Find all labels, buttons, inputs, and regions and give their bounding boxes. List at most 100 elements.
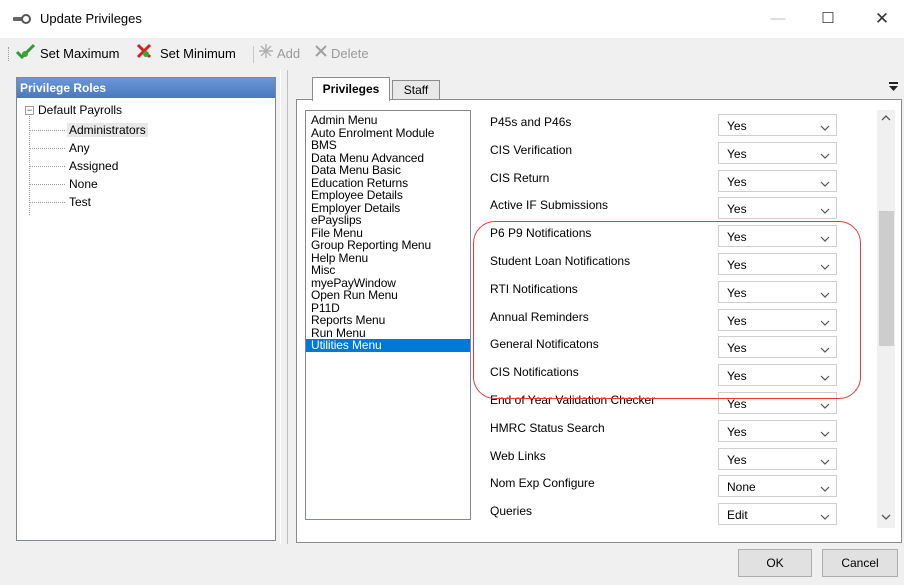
privilege-level-value: Yes [727,258,747,272]
menu-list-item[interactable]: Employee Details [306,189,470,202]
tree-item-administrators[interactable]: Administrators [30,121,148,139]
privilege-label: Annual Reminders [490,309,589,324]
menu-list-item[interactable]: Reports Menu [306,314,470,327]
window-title: Update Privileges [40,11,142,26]
tab-overflow-icon[interactable] [889,82,898,93]
menu-list-item[interactable]: ePayslips [306,214,470,227]
toolbar: Set Maximum Set Minimum Add Delete [0,38,904,70]
tab-strip: Privileges Staff [296,77,904,101]
tree-item-none[interactable]: None [30,175,100,193]
privilege-row: Student Loan Notifications Yes [474,247,877,275]
privilege-level-value: Yes [727,397,747,411]
privilege-level-dropdown[interactable]: Yes [718,419,837,442]
grid-scrollbar[interactable] [877,110,895,528]
toolbar-grip[interactable] [8,47,11,61]
privilege-row: CIS Return Yes [474,164,877,192]
privilege-label: RTI Notifications [490,281,578,296]
privilege-level-value: None [727,480,756,495]
tree-item-assigned[interactable]: Assigned [30,157,120,175]
set-minimum-button[interactable]: Set Minimum [135,43,236,65]
privilege-row: End of Year Validation Checker Yes [474,386,877,414]
chevron-down-icon [820,371,830,382]
chevron-down-icon [820,149,830,159]
privilege-label: Web Links [490,448,546,463]
scroll-down-icon[interactable] [877,510,895,528]
privilege-level-dropdown[interactable]: Yes [718,280,837,303]
chevron-down-icon [820,232,830,243]
menu-list-item[interactable]: Open Run Menu [306,289,470,302]
privilege-label: P45s and P46s [490,115,572,129]
chevron-down-icon [820,177,830,187]
privilege-label: Nom Exp Configure [490,476,595,491]
tab-privileges[interactable]: Privileges [312,77,390,101]
privilege-level-dropdown[interactable]: None [718,475,837,498]
menu-list-item[interactable]: Data Menu Basic [306,164,470,177]
chevron-down-icon [820,204,830,215]
close-button[interactable]: ✕ [862,6,902,32]
privilege-row: Queries Edit [474,497,877,526]
privilege-level-dropdown[interactable]: Yes [718,197,837,220]
chevron-down-icon [820,455,830,465]
menu-list-item[interactable]: Utilities Menu [306,339,470,352]
title-bar: Update Privileges — ☐ ✕ [0,0,904,38]
set-minimum-label: Set Minimum [160,46,236,61]
delete-button[interactable]: Delete [314,44,369,64]
minimize-button[interactable]: — [758,6,798,32]
tree-item-label: Administrators [67,123,148,137]
privilege-level-value: Yes [727,285,747,300]
privilege-level-value: Yes [727,202,747,217]
menu-list-item[interactable]: Admin Menu [306,114,470,127]
maximize-button[interactable]: ☐ [808,6,848,32]
privilege-level-dropdown[interactable]: Yes [718,169,837,192]
privilege-level-dropdown[interactable]: Yes [718,364,837,387]
delete-x-icon [314,44,328,64]
privilege-level-dropdown[interactable]: Yes [718,392,837,414]
privilege-level-dropdown[interactable]: Yes [718,336,837,359]
add-button[interactable]: Add [258,44,300,64]
privilege-level-dropdown[interactable]: Yes [718,141,837,164]
tree-root-default-payrolls[interactable]: − Default Payrolls [25,103,122,117]
privilege-level-dropdown[interactable]: Yes [718,225,837,248]
collapse-icon[interactable]: − [25,105,34,115]
menu-list-item[interactable]: BMS [306,139,470,152]
privilege-level-dropdown[interactable]: Yes [718,253,837,275]
privilege-level-value: Yes [727,230,747,245]
chevron-down-icon [820,260,830,270]
tab-staff[interactable]: Staff [392,80,440,100]
privilege-level-dropdown[interactable]: Edit [718,503,837,526]
ok-button[interactable]: OK [738,549,812,577]
privilege-row: CIS Verification Yes [474,136,877,164]
chevron-down-icon [820,427,830,437]
privilege-level-value: Edit [727,508,748,523]
privilege-label: CIS Notifications [490,365,579,380]
scroll-thumb[interactable] [879,211,894,346]
privilege-level-dropdown[interactable]: Yes [718,114,837,136]
chevron-down-icon [820,121,830,131]
set-maximum-button[interactable]: Set Maximum [15,43,119,64]
privilege-level-dropdown[interactable]: Yes [718,308,837,331]
privileges-grid: P45s and P46s Yes CIS Verification Yes CIS R… [474,108,877,530]
scroll-up-icon[interactable] [877,110,895,128]
menu-list-item[interactable]: Group Reporting Menu [306,239,470,252]
menu-list-item[interactable]: Misc [306,264,470,277]
tree-item-test[interactable]: Test [30,193,93,211]
panel-splitter[interactable] [280,70,288,544]
tree-item-label: Test [69,195,92,209]
cross-x-icon [135,43,157,65]
toolbar-separator [253,46,254,63]
privilege-level-dropdown[interactable]: Yes [718,447,837,470]
privilege-row: Web Links Yes [474,442,877,470]
privilege-roles-panel: Privilege Roles − Default Payrolls Admin… [16,77,276,541]
privilege-level-value: Yes [727,369,747,384]
privilege-row: CIS Notifications Yes [474,358,877,387]
tree-item-label: Any [69,141,90,155]
cancel-button[interactable]: Cancel [822,549,898,577]
tree-item-label: Assigned [69,159,119,173]
privilege-label: P6 P9 Notifications [490,226,592,241]
menu-list[interactable]: Admin Menu Auto Enrolment Module BMS Data M… [305,110,471,520]
privilege-row: Annual Reminders Yes [474,303,877,331]
privilege-row: RTI Notifications Yes [474,275,877,303]
tree-item-any[interactable]: Any [30,139,92,157]
privilege-roles-header: Privilege Roles [17,78,275,98]
privilege-level-value: Yes [727,452,747,467]
